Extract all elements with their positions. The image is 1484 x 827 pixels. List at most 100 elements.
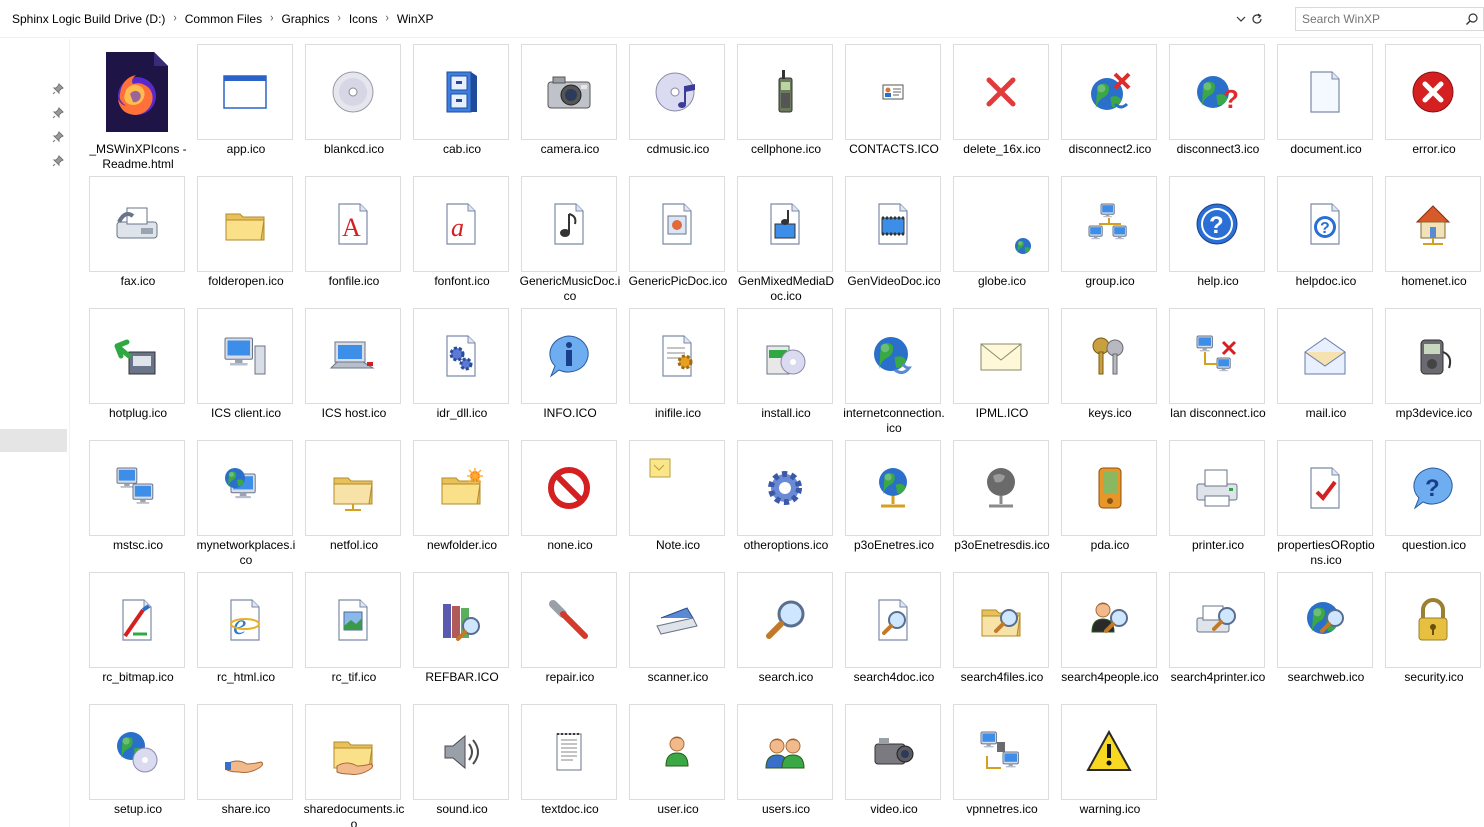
file-thumbnail[interactable] — [89, 440, 185, 536]
file-item[interactable]: search4files.ico — [948, 572, 1056, 704]
breadcrumb-common-files[interactable]: Common Files — [185, 12, 268, 26]
file-thumbnail[interactable] — [737, 440, 833, 536]
file-item[interactable]: inifile.ico — [624, 308, 732, 440]
file-thumbnail[interactable] — [413, 308, 509, 404]
file-thumbnail[interactable]: ? — [1385, 440, 1481, 536]
file-item[interactable]: cab.ico — [408, 44, 516, 176]
pin-icon[interactable] — [52, 107, 64, 119]
file-thumbnail[interactable] — [305, 440, 401, 536]
file-thumbnail[interactable] — [305, 572, 401, 668]
file-thumbnail[interactable] — [1169, 572, 1265, 668]
file-thumbnail[interactable] — [1061, 176, 1157, 272]
file-thumbnail[interactable]: e — [197, 572, 293, 668]
pin-icon[interactable] — [52, 155, 64, 167]
file-item[interactable]: group.ico — [1056, 176, 1164, 308]
file-item[interactable]: setup.ico — [84, 704, 192, 827]
file-thumbnail[interactable] — [521, 572, 617, 668]
file-thumbnail[interactable] — [197, 440, 293, 536]
file-thumbnail[interactable] — [197, 44, 293, 140]
file-thumbnail[interactable] — [1061, 308, 1157, 404]
breadcrumb-separator-icon[interactable]: › — [268, 12, 281, 25]
file-item[interactable]: GenMixedMediaDoc.ico — [732, 176, 840, 308]
file-item[interactable]: GenericMusicDoc.ico — [516, 176, 624, 308]
file-item[interactable]: Note.ico — [624, 440, 732, 572]
file-thumbnail[interactable] — [953, 440, 1049, 536]
file-item[interactable]: folderopen.ico — [192, 176, 300, 308]
file-thumbnail[interactable]: ? — [1277, 176, 1373, 272]
file-thumbnail[interactable] — [413, 440, 509, 536]
file-thumbnail[interactable]: A — [305, 176, 401, 272]
file-item[interactable]: globe.ico — [948, 176, 1056, 308]
file-thumbnail[interactable] — [953, 572, 1049, 668]
file-thumbnail[interactable] — [1061, 704, 1157, 800]
file-item[interactable]: fax.ico — [84, 176, 192, 308]
file-thumbnail[interactable] — [737, 308, 833, 404]
file-item[interactable]: pda.ico — [1056, 440, 1164, 572]
file-thumbnail[interactable] — [521, 176, 617, 272]
file-item[interactable]: search4printer.ico — [1164, 572, 1272, 704]
file-item[interactable]: share.ico — [192, 704, 300, 827]
file-item[interactable]: document.ico — [1272, 44, 1380, 176]
file-item[interactable]: search4doc.ico — [840, 572, 948, 704]
file-item[interactable]: mstsc.ico — [84, 440, 192, 572]
file-item[interactable]: user.ico — [624, 704, 732, 827]
file-item[interactable]: repair.ico — [516, 572, 624, 704]
file-item[interactable]: mail.ico — [1272, 308, 1380, 440]
file-thumbnail[interactable] — [1061, 572, 1157, 668]
file-item[interactable]: ? question.ico — [1380, 440, 1484, 572]
file-thumbnail[interactable] — [1277, 44, 1373, 140]
file-thumbnail[interactable] — [1277, 572, 1373, 668]
file-item[interactable]: mp3device.ico — [1380, 308, 1484, 440]
file-thumbnail[interactable] — [845, 572, 941, 668]
file-thumbnail[interactable] — [89, 44, 185, 140]
file-thumbnail[interactable] — [521, 440, 617, 536]
file-thumbnail[interactable] — [737, 572, 833, 668]
breadcrumb-icons[interactable]: Icons — [349, 12, 384, 26]
file-thumbnail[interactable] — [197, 176, 293, 272]
file-item[interactable]: ? help.ico — [1164, 176, 1272, 308]
file-thumbnail[interactable] — [953, 704, 1049, 800]
file-item[interactable]: a fonfont.ico — [408, 176, 516, 308]
file-thumbnail[interactable] — [629, 44, 725, 140]
file-item[interactable]: ? disconnect3.ico — [1164, 44, 1272, 176]
file-thumbnail[interactable] — [1277, 308, 1373, 404]
file-thumbnail[interactable] — [89, 308, 185, 404]
file-item[interactable]: p3oEnetres.ico — [840, 440, 948, 572]
file-item[interactable]: INFO.ICO — [516, 308, 624, 440]
breadcrumb-graphics[interactable]: Graphics — [281, 12, 335, 26]
file-item[interactable]: otheroptions.ico — [732, 440, 840, 572]
file-item[interactable]: newfolder.ico — [408, 440, 516, 572]
file-thumbnail[interactable] — [845, 176, 941, 272]
file-item[interactable]: printer.ico — [1164, 440, 1272, 572]
file-thumbnail[interactable] — [845, 44, 941, 140]
file-item[interactable]: cellphone.ico — [732, 44, 840, 176]
file-thumbnail[interactable] — [845, 308, 941, 404]
file-item[interactable]: search4people.ico — [1056, 572, 1164, 704]
file-item[interactable]: searchweb.ico — [1272, 572, 1380, 704]
file-item[interactable]: keys.ico — [1056, 308, 1164, 440]
file-item[interactable]: none.ico — [516, 440, 624, 572]
file-item[interactable]: Afonfile.ico — [300, 176, 408, 308]
file-item[interactable]: internetconnection.ico — [840, 308, 948, 440]
navigation-pane[interactable] — [0, 39, 70, 827]
file-thumbnail[interactable] — [1061, 44, 1157, 140]
file-item[interactable]: idr_dll.ico — [408, 308, 516, 440]
breadcrumb-separator-icon[interactable]: › — [171, 12, 184, 25]
file-thumbnail[interactable] — [629, 308, 725, 404]
breadcrumb-separator-icon[interactable]: › — [384, 12, 397, 25]
search-box[interactable] — [1295, 7, 1484, 31]
file-item[interactable]: ICS client.ico — [192, 308, 300, 440]
nav-selected-item[interactable] — [0, 429, 67, 452]
file-list[interactable]: _MSWinXPIcons - Readme.html app.ico blankc… — [70, 39, 1484, 827]
file-item[interactable]: e rc_html.ico — [192, 572, 300, 704]
file-item[interactable]: ? helpdoc.ico — [1272, 176, 1380, 308]
file-item[interactable]: camera.ico — [516, 44, 624, 176]
file-thumbnail[interactable] — [737, 44, 833, 140]
file-thumbnail[interactable] — [1061, 440, 1157, 536]
file-thumbnail[interactable]: ? — [1169, 44, 1265, 140]
file-item[interactable]: error.ico — [1380, 44, 1484, 176]
file-item[interactable]: p3oEnetresdis.ico — [948, 440, 1056, 572]
file-thumbnail[interactable] — [1277, 440, 1373, 536]
file-item[interactable]: blankcd.ico — [300, 44, 408, 176]
file-item[interactable]: homenet.ico — [1380, 176, 1484, 308]
